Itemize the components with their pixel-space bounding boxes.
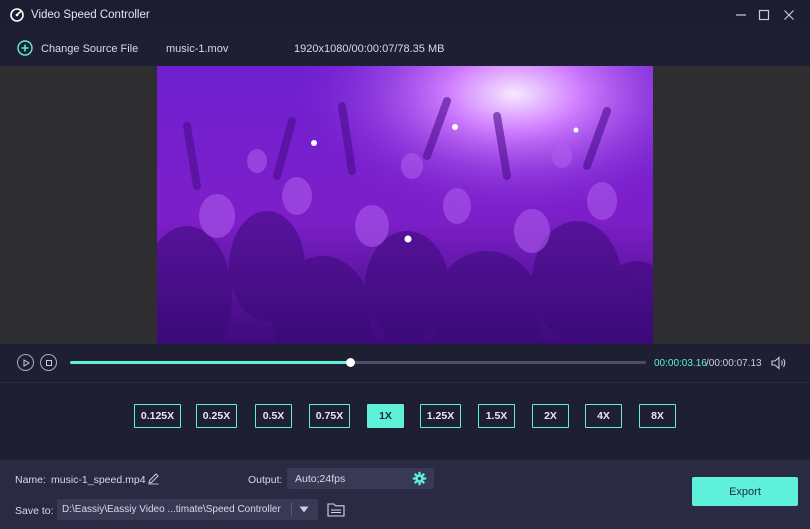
minimize-button[interactable] — [732, 6, 750, 24]
output-label: Output: — [248, 474, 283, 486]
output-file-name: music-1_speed.mp4 — [51, 474, 146, 486]
add-circle-icon[interactable] — [17, 40, 33, 56]
output-panel: Name: music-1_speed.mp4 Output: Auto;24f… — [0, 460, 810, 529]
title-bar: Video Speed Controller — [0, 0, 810, 30]
speed-option-1x[interactable]: 1X — [367, 404, 404, 428]
concert-crowd-image — [157, 66, 653, 344]
speed-option-8x[interactable]: 8X — [639, 404, 676, 428]
window-title: Video Speed Controller — [31, 9, 150, 21]
export-button[interactable]: Export — [692, 477, 798, 506]
change-source-file-button[interactable]: Change Source File — [41, 43, 138, 55]
source-bar: Change Source File music-1.mov 1920x1080… — [0, 30, 810, 66]
playback-controls: 00:00:03.16 /00:00:07.13 — [0, 344, 810, 382]
save-path-separator — [291, 502, 292, 517]
minimize-icon — [736, 14, 746, 16]
chevron-down-icon[interactable] — [299, 506, 309, 513]
preview-area — [0, 66, 810, 344]
close-button[interactable] — [780, 6, 798, 24]
save-path-value: D:\Eassiy\Eassiy Video ...timate\Speed C… — [62, 504, 281, 515]
output-format-field[interactable]: Auto;24fps — [287, 468, 434, 489]
folder-icon[interactable] — [327, 502, 345, 517]
speed-option-4x[interactable]: 4X — [585, 404, 622, 428]
play-icon — [23, 358, 30, 367]
progress-slider[interactable] — [70, 358, 646, 367]
source-file-name: music-1.mov — [166, 43, 229, 55]
speed-option-0.125x[interactable]: 0.125X — [134, 404, 181, 428]
speed-selector: 0.125X 0.25X 0.5X 0.75X 1X 1.25X 1.5X 2X… — [0, 383, 810, 460]
volume-icon[interactable] — [771, 356, 787, 370]
progress-fill — [70, 361, 350, 364]
speed-option-0.25x[interactable]: 0.25X — [196, 404, 237, 428]
speed-option-1.5x[interactable]: 1.5X — [478, 404, 515, 428]
source-file-meta: 1920x1080/00:00:07/78.35 MB — [294, 43, 445, 55]
video-preview — [157, 66, 653, 344]
close-icon — [784, 10, 794, 20]
save-path-field[interactable]: D:\Eassiy\Eassiy Video ...timate\Speed C… — [57, 499, 318, 520]
stop-icon — [45, 359, 52, 366]
gear-icon[interactable] — [412, 471, 427, 486]
output-format-value: Auto;24fps — [295, 473, 346, 485]
name-label: Name: — [15, 474, 46, 486]
edit-pencil-icon[interactable] — [147, 472, 160, 485]
stop-button[interactable] — [40, 354, 57, 371]
save-to-label: Save to: — [15, 505, 54, 517]
maximize-button[interactable] — [755, 6, 773, 24]
speed-option-2x[interactable]: 2X — [532, 404, 569, 428]
total-time: /00:00:07.13 — [706, 358, 762, 369]
speedometer-icon — [10, 8, 24, 22]
progress-thumb[interactable] — [345, 358, 355, 367]
speed-option-1.25x[interactable]: 1.25X — [420, 404, 461, 428]
speed-option-0.75x[interactable]: 0.75X — [309, 404, 350, 428]
maximize-icon — [758, 9, 770, 21]
speed-option-0.5x[interactable]: 0.5X — [255, 404, 292, 428]
current-time: 00:00:03.16 — [654, 358, 707, 369]
play-button[interactable] — [17, 354, 34, 371]
